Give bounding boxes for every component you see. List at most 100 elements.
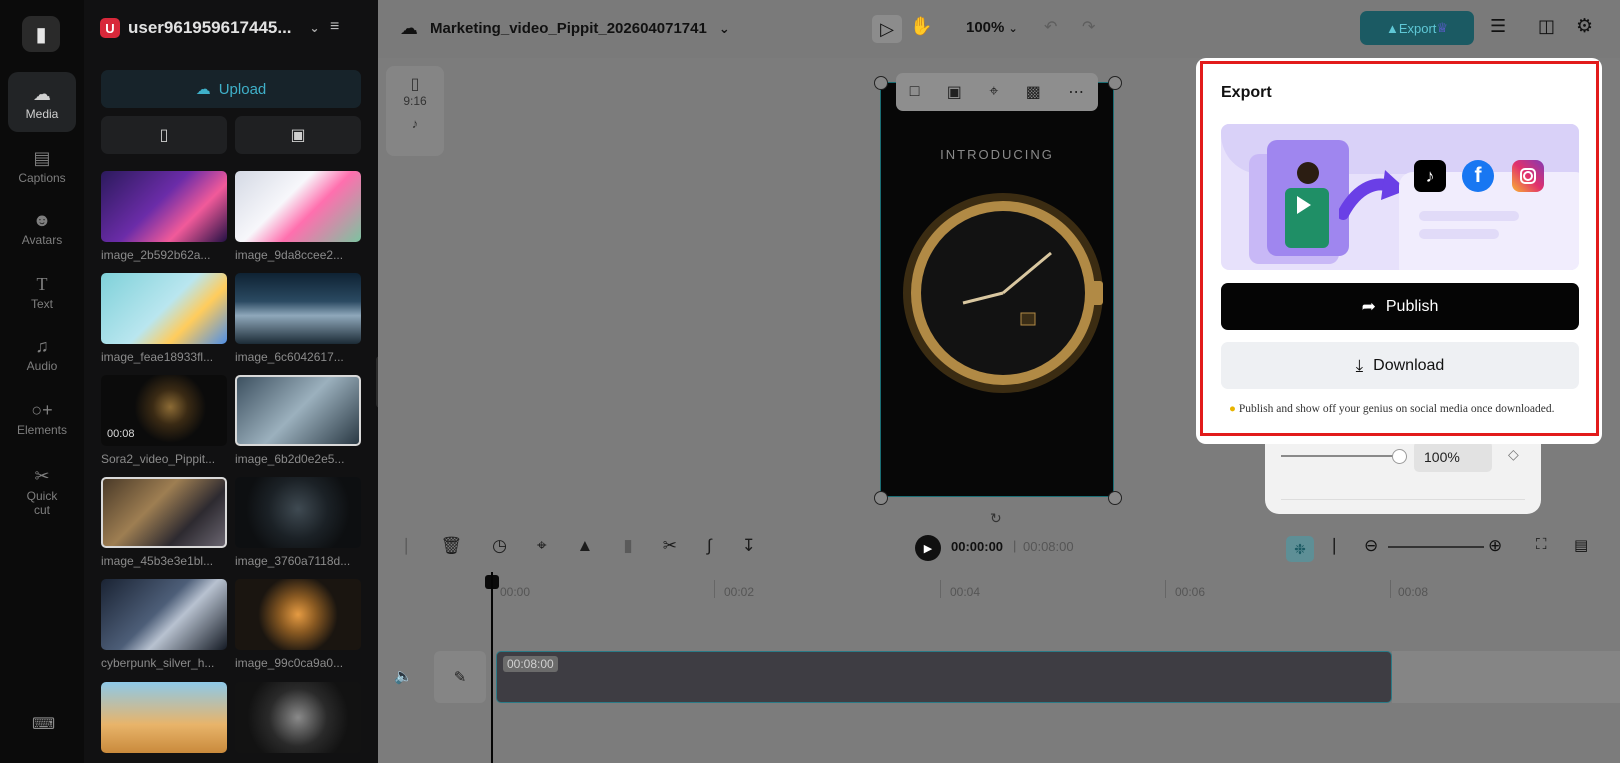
trim-icon[interactable]: ∫	[707, 536, 712, 556]
rail-item-label: Avatars	[21, 232, 63, 247]
rotate-icon[interactable]: ↻	[990, 510, 1002, 527]
delete-icon[interactable]: 🗑	[441, 536, 463, 556]
app-logo[interactable]: ▮	[22, 16, 60, 52]
rail-item-label: Text	[30, 296, 53, 311]
project-name: Marketing_video_Pippit_202604071741	[430, 20, 707, 37]
chevron-down-icon: ⌄	[718, 20, 730, 36]
project-title[interactable]: ☁ Marketing_video_Pippit_202604071741 ⌄	[400, 18, 730, 39]
background-icon[interactable]: ▩	[1026, 82, 1041, 102]
captions-toggle-icon[interactable]: ▤	[1574, 536, 1588, 554]
media-thumb[interactable]	[101, 171, 227, 242]
media-thumb[interactable]	[101, 682, 227, 753]
download-icon[interactable]: ↧	[742, 536, 756, 556]
phone-frame-icon: ▯	[410, 76, 420, 93]
sort-icon[interactable]: ≡	[330, 18, 339, 36]
zoom-in-icon[interactable]: ⊕	[1488, 536, 1502, 556]
rail-item-quick-cut[interactable]: ✂ Quick cut	[8, 458, 76, 524]
rail-item-audio[interactable]: ♫ Audio	[8, 324, 76, 384]
divider	[1281, 499, 1525, 500]
opacity-value-input[interactable]: 100%	[1414, 441, 1492, 472]
phone-upload-button[interactable]: ▯	[101, 116, 227, 154]
edit-track-button[interactable]: ✎	[434, 651, 486, 703]
media-thumb[interactable]	[235, 477, 361, 548]
layers-icon[interactable]: ☰	[1490, 16, 1506, 37]
text-icon: T	[36, 273, 48, 294]
rail-item-avatars[interactable]: ☻ Avatars	[8, 198, 76, 258]
media-thumb[interactable]	[101, 273, 227, 344]
media-thumb[interactable]	[235, 375, 361, 446]
split-marker-icon[interactable]: ∣	[1330, 536, 1339, 556]
opacity-slider-knob[interactable]	[1392, 449, 1407, 464]
media-thumb[interactable]	[235, 171, 361, 242]
keyboard-icon[interactable]: ⌨	[32, 714, 55, 734]
screen-record-button[interactable]: ▣	[235, 116, 361, 154]
upload-button[interactable]: ☁ Upload	[101, 70, 361, 108]
export-button[interactable]: ▲ Export ♕	[1360, 11, 1474, 45]
speed-icon[interactable]: ◷	[492, 536, 507, 556]
replace-icon[interactable]: □	[910, 83, 920, 101]
video-duration: 00:08	[107, 428, 135, 440]
settings-gear-icon[interactable]: ⚙	[1576, 15, 1593, 38]
zoom-out-icon[interactable]: ⊖	[1364, 536, 1378, 556]
media-label: cyberpunk_silver_h...	[101, 656, 215, 670]
playhead[interactable]	[491, 572, 493, 763]
ruler-label: 00:08	[1398, 585, 1429, 599]
rail-item-text[interactable]: T Text	[8, 262, 76, 322]
screen-icon: ▣	[290, 127, 306, 144]
watch-image	[903, 193, 1103, 393]
keyframe-icon[interactable]: ◇	[1508, 446, 1519, 463]
cloud-icon: ☁	[33, 83, 51, 104]
ruler-tick	[714, 580, 715, 598]
time-separator: |	[1013, 538, 1017, 553]
aspect-ratio-card[interactable]: ▯ 9:16 ♪	[386, 66, 444, 156]
timeline-toolbar: ∣ 🗑 ◷ ⌖ ▲ ▮ ✂ ∫ ↧	[402, 536, 756, 556]
speaker-icon[interactable]: 🔈	[394, 667, 413, 685]
fullscreen-icon[interactable]: ⛶	[1536, 536, 1547, 553]
zoom-dropdown[interactable]: 100% ⌄	[966, 19, 1018, 36]
resize-handle[interactable]	[1108, 491, 1122, 505]
play-button[interactable]: ▶	[915, 535, 941, 561]
select-tool-icon[interactable]: ▷	[872, 15, 902, 43]
magnet-icon[interactable]: ❉	[1286, 536, 1314, 562]
rail-item-label: Elements	[16, 422, 68, 437]
layout-icon[interactable]: ◫	[1538, 16, 1555, 37]
ruler-label: 00:04	[950, 585, 981, 599]
crop-icon[interactable]: ⌖	[537, 536, 547, 556]
ruler-label: 00:00	[500, 585, 531, 599]
resize-handle[interactable]	[1108, 76, 1122, 90]
media-label: image_6c6042617...	[235, 350, 344, 364]
split-icon[interactable]: ∣	[402, 536, 411, 556]
media-thumb[interactable]	[235, 273, 361, 344]
user-name: user961959617445...	[128, 18, 292, 37]
media-thumb[interactable]	[235, 682, 361, 753]
avatar-icon: ☻	[32, 209, 52, 230]
media-thumb[interactable]	[101, 579, 227, 650]
fit-icon[interactable]: ▣	[947, 82, 962, 102]
cloud-sync-icon: ☁	[400, 18, 418, 38]
opacity-slider[interactable]	[1281, 455, 1397, 457]
more-icon[interactable]: ⋯	[1068, 82, 1084, 102]
tiktok-icon: ♪	[411, 116, 419, 131]
quick-cut-icon[interactable]: ✂	[663, 536, 677, 556]
flip-icon[interactable]: ▲	[577, 536, 594, 556]
undo-icon[interactable]: ↶	[1044, 17, 1057, 37]
timeline-zoom-slider[interactable]	[1388, 546, 1484, 548]
rail-item-captions[interactable]: ▤ Captions	[8, 136, 76, 196]
ruler-tick	[1165, 580, 1166, 598]
rail-item-media[interactable]: ☁ Media	[8, 72, 76, 132]
media-thumb[interactable]	[101, 477, 227, 548]
resize-handle[interactable]	[874, 491, 888, 505]
media-thumb-video[interactable]: 00:08	[101, 375, 227, 446]
media-thumb[interactable]	[235, 579, 361, 650]
resize-handle[interactable]	[874, 76, 888, 90]
rail-item-elements[interactable]: ○+ Elements	[8, 388, 76, 448]
video-preview[interactable]: INTRODUCING	[880, 82, 1114, 497]
crop-icon[interactable]: ⌖	[989, 83, 998, 101]
user-menu[interactable]: U user961959617445... ⌄	[100, 14, 320, 42]
media-label: image_feae18933fl...	[101, 350, 214, 364]
hand-tool-icon[interactable]: ✋	[910, 16, 932, 37]
video-track-clip[interactable]	[496, 651, 1392, 703]
redo-icon[interactable]: ↷	[1082, 17, 1095, 37]
freeze-icon[interactable]: ▮	[623, 536, 632, 556]
media-label: Sora2_video_Pippit...	[101, 452, 216, 466]
